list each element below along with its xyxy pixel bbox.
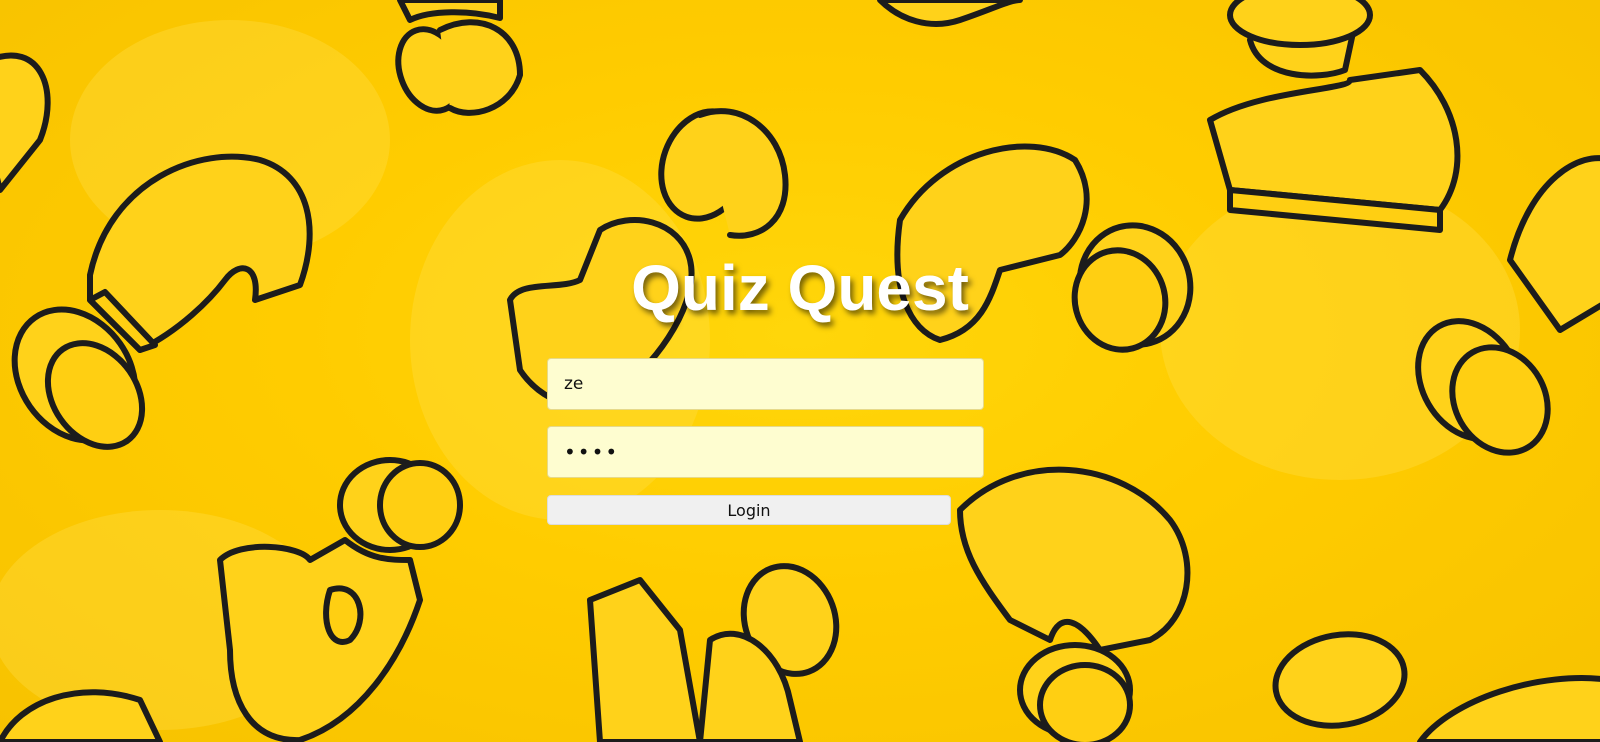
login-button[interactable]: Login	[547, 495, 951, 525]
login-page: Quiz Quest Login	[0, 0, 1600, 742]
username-input[interactable]	[547, 358, 984, 410]
app-title: Quiz Quest	[631, 252, 969, 324]
password-input[interactable]	[547, 426, 984, 478]
login-form: Quiz Quest Login	[0, 0, 1600, 742]
